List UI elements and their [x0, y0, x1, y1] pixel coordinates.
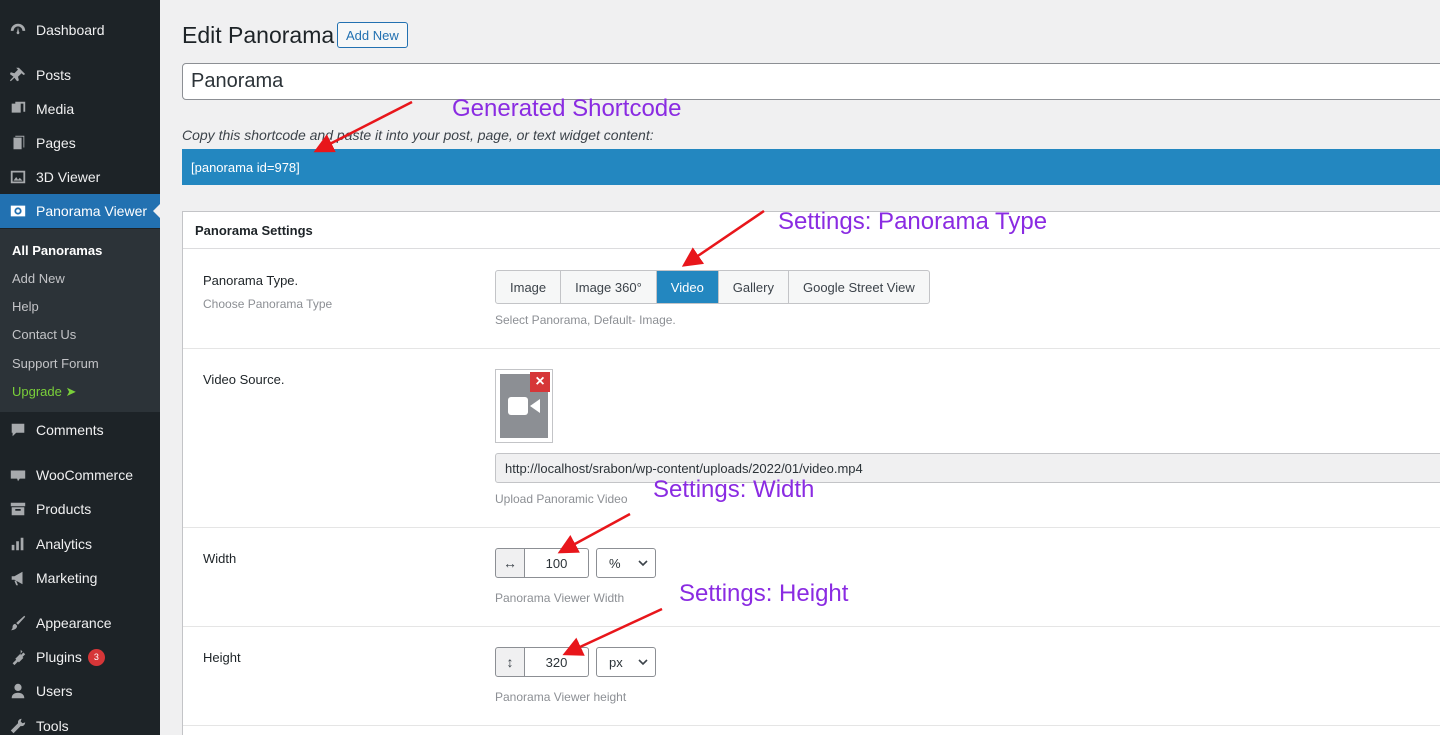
menu-products[interactable]: Products	[0, 492, 160, 526]
menu-label: Products	[36, 501, 92, 517]
wrench-icon	[0, 717, 36, 735]
pages-icon	[0, 134, 36, 152]
width-help: Panorama Viewer Width	[495, 591, 625, 605]
width-stepper: ↔ 100	[495, 548, 589, 578]
pin-icon	[0, 66, 36, 84]
height-stepper: ↕ 320	[495, 647, 589, 677]
type-option-image-360[interactable]: Image 360°	[561, 271, 657, 303]
chevron-down-icon	[638, 560, 648, 567]
panorama-type-help: Select Panorama, Default- Image.	[495, 313, 676, 327]
user-icon	[0, 682, 36, 700]
horizontal-arrows-icon: ↔	[495, 548, 525, 578]
type-option-street-view[interactable]: Google Street View	[789, 271, 929, 303]
chart-icon	[0, 535, 36, 553]
submenu-support-forum[interactable]: Support Forum	[12, 356, 99, 371]
width-unit-value: %	[609, 555, 621, 571]
menu-label: Dashboard	[36, 22, 105, 38]
menu-dashboard[interactable]: Dashboard	[0, 13, 160, 47]
menu-appearance[interactable]: Appearance	[0, 606, 160, 640]
menu-label: Media	[36, 101, 75, 117]
type-option-gallery[interactable]: Gallery	[719, 271, 789, 303]
panorama-submenu: All Panoramas Add New Help Contact Us Su…	[0, 229, 160, 412]
menu-marketing[interactable]: Marketing	[0, 561, 160, 595]
menu-woocommerce[interactable]: WooCommerce	[0, 458, 160, 492]
panorama-type-desc: Choose Panorama Type	[203, 297, 333, 311]
menu-plugins[interactable]: Plugins 3	[0, 640, 160, 674]
row-divider	[183, 527, 1440, 528]
menu-tools[interactable]: Tools	[0, 709, 160, 735]
menu-analytics[interactable]: Analytics	[0, 527, 160, 561]
menu-label: Tools	[36, 718, 69, 734]
annotation-generated-shortcode: Generated Shortcode	[452, 95, 682, 122]
row-divider	[183, 348, 1440, 349]
submenu-upgrade[interactable]: Upgrade ➤	[12, 384, 76, 400]
woo-icon	[0, 466, 36, 484]
menu-label: Comments	[36, 422, 104, 438]
menu-label: Posts	[36, 67, 72, 83]
submenu-all-panoramas[interactable]: All Panoramas	[12, 243, 102, 258]
width-label: Width	[203, 551, 237, 566]
row-divider	[183, 626, 1440, 627]
submenu-contact-us[interactable]: Contact Us	[12, 327, 76, 342]
panorama-type-label: Panorama Type.	[203, 273, 299, 288]
menu-label: Plugins	[36, 649, 82, 665]
height-help: Panorama Viewer height	[495, 690, 627, 704]
annotation-width: Settings: Width	[653, 476, 815, 503]
image-icon	[0, 168, 36, 186]
remove-video-icon[interactable]: ×	[530, 372, 550, 392]
menu-label: Users	[36, 683, 73, 699]
type-option-image[interactable]: Image	[496, 271, 562, 303]
panorama-type-button-group: Image Image 360° Video Gallery Google St…	[495, 270, 930, 304]
plugin-icon	[0, 648, 36, 666]
brush-icon	[0, 614, 36, 632]
annotation-panorama-type: Settings: Panorama Type	[778, 208, 1048, 235]
menu-posts[interactable]: Posts	[0, 58, 160, 92]
menu-comments[interactable]: Comments	[0, 413, 160, 447]
video-thumbnail[interactable]: ×	[495, 369, 553, 443]
comment-icon	[0, 421, 36, 439]
menu-panorama-viewer[interactable]: Panorama Viewer	[0, 194, 160, 228]
eye-icon	[0, 202, 36, 220]
add-new-button[interactable]: Add New	[337, 22, 408, 48]
post-title-input[interactable]: Panorama	[182, 63, 1440, 100]
menu-label: Pages	[36, 135, 76, 151]
admin-sidebar: Dashboard Posts Media Pages 3D Viewer Pa…	[0, 0, 160, 735]
menu-label: WooCommerce	[36, 467, 133, 483]
menu-label: Analytics	[36, 536, 93, 552]
width-input[interactable]: 100	[525, 548, 589, 578]
menu-pages[interactable]: Pages	[0, 126, 160, 160]
video-source-label: Video Source.	[203, 372, 285, 387]
type-option-video[interactable]: Video	[656, 271, 719, 303]
dashboard-icon	[0, 21, 36, 39]
menu-label: Panorama Viewer	[36, 203, 148, 219]
plugins-update-badge: 3	[87, 648, 105, 666]
menu-3d-viewer[interactable]: 3D Viewer	[0, 160, 160, 194]
vertical-arrows-icon: ↕	[495, 647, 525, 677]
height-unit-select[interactable]: px	[596, 647, 656, 677]
megaphone-icon	[0, 569, 36, 587]
menu-label: Marketing	[36, 570, 98, 586]
shortcode-hint: Copy this shortcode and paste it into yo…	[182, 127, 654, 143]
chevron-down-icon	[638, 659, 648, 666]
row-divider	[183, 725, 1440, 726]
annotation-height: Settings: Height	[679, 580, 849, 607]
archive-icon	[0, 500, 36, 518]
video-url-field[interactable]: http://localhost/srabon/wp-content/uploa…	[495, 453, 1440, 483]
shortcode-box[interactable]: [panorama id=978]	[182, 149, 1440, 185]
menu-users[interactable]: Users	[0, 674, 160, 708]
submenu-help[interactable]: Help	[12, 299, 39, 314]
page-title: Edit Panorama	[182, 22, 335, 48]
width-unit-select[interactable]: %	[596, 548, 656, 578]
height-label: Height	[203, 650, 241, 665]
submenu-add-new[interactable]: Add New	[12, 271, 65, 286]
menu-media[interactable]: Media	[0, 92, 160, 126]
media-icon	[0, 100, 36, 118]
menu-label: Appearance	[36, 615, 112, 631]
height-unit-value: px	[609, 654, 623, 670]
height-input[interactable]: 320	[525, 647, 589, 677]
menu-label: 3D Viewer	[36, 169, 101, 185]
video-source-help: Upload Panoramic Video	[495, 492, 628, 506]
panorama-settings-box: Panorama Settings Panorama Type. Choose …	[182, 211, 1440, 735]
